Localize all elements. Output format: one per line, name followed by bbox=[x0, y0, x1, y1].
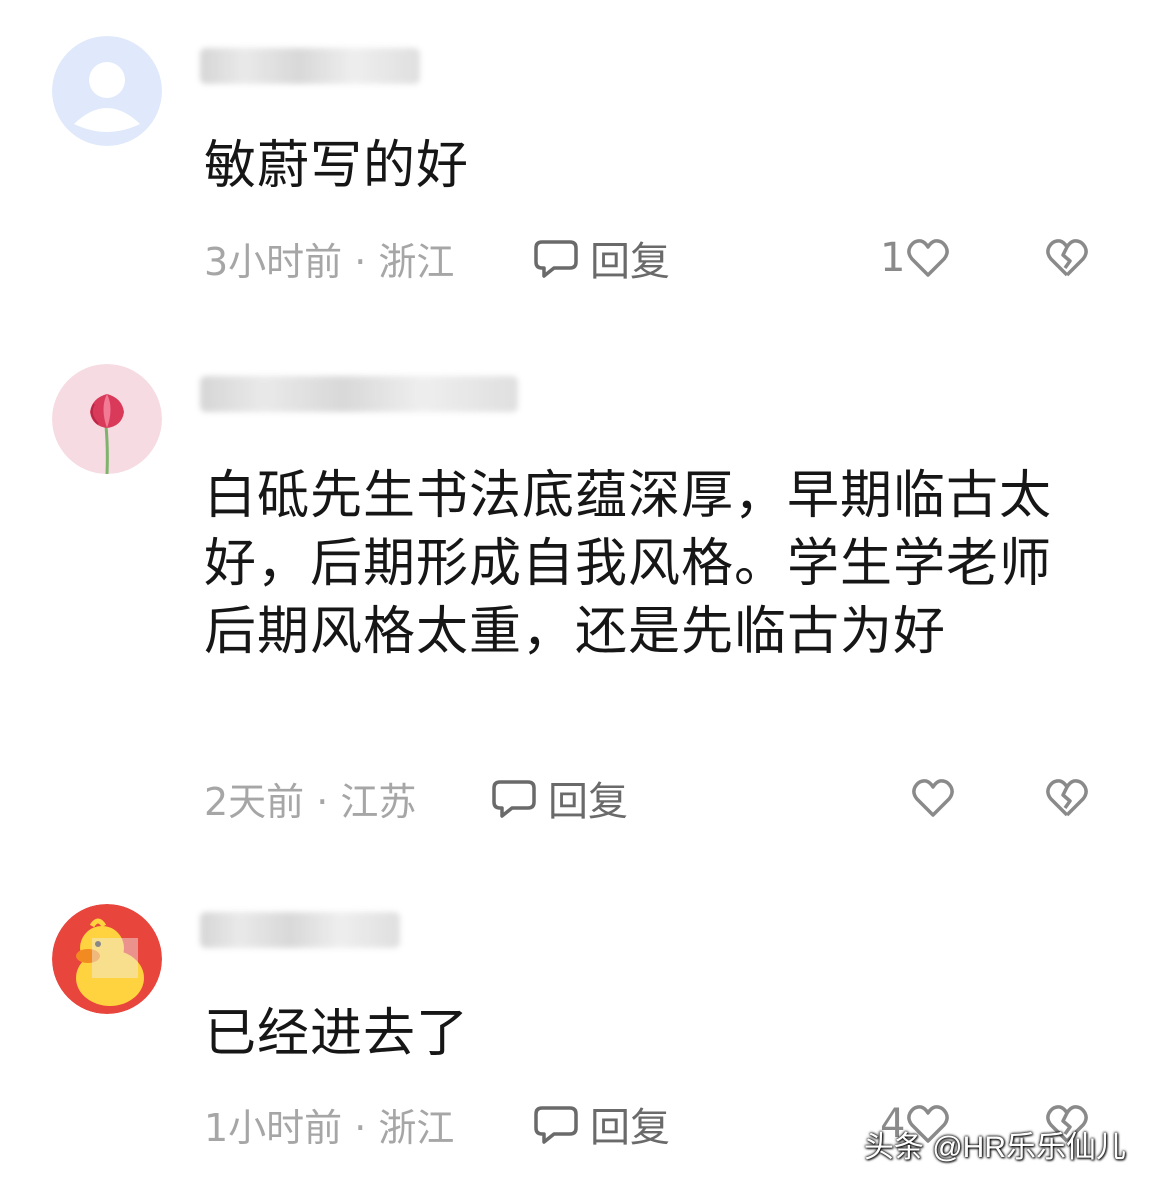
chat-bubble-icon bbox=[534, 1106, 578, 1144]
broken-heart-icon bbox=[1046, 239, 1088, 277]
comment-meta: 3小时前 · 浙江 bbox=[204, 239, 455, 284]
dislike-button[interactable] bbox=[1044, 228, 1090, 288]
username-blurred[interactable] bbox=[200, 376, 518, 412]
comment-meta: 2天前 · 江苏 bbox=[204, 779, 417, 824]
like-count: 1 bbox=[880, 235, 906, 281]
dislike-button[interactable] bbox=[1044, 768, 1090, 828]
comment-text: 敏蔚写的好 bbox=[204, 136, 470, 196]
broken-heart-icon bbox=[1046, 779, 1088, 817]
like-button[interactable]: 1 bbox=[880, 228, 951, 288]
username-blurred[interactable] bbox=[200, 912, 400, 948]
heart-icon bbox=[912, 779, 954, 817]
reply-label: 回复 bbox=[548, 779, 628, 825]
avatar[interactable] bbox=[52, 364, 162, 474]
reply-button[interactable]: 回复 bbox=[532, 1094, 670, 1154]
heart-icon bbox=[907, 239, 950, 277]
chat-bubble-icon bbox=[492, 780, 536, 818]
comment-text: 白砥先生书法底蕴深厚，早期临古太好，后期形成自我风格。学生学老师后期风格太重，还… bbox=[204, 466, 1053, 662]
comment-meta: 1小时前 · 浙江 bbox=[204, 1105, 455, 1150]
avatar[interactable] bbox=[52, 904, 162, 1014]
tulip-avatar-icon bbox=[52, 364, 162, 474]
username-blurred[interactable] bbox=[200, 48, 420, 84]
avatar[interactable] bbox=[52, 36, 162, 146]
reply-label: 回复 bbox=[590, 239, 670, 285]
reply-label: 回复 bbox=[590, 1105, 670, 1151]
like-button[interactable] bbox=[910, 768, 956, 828]
default-user-avatar-icon bbox=[52, 36, 162, 146]
chat-bubble-icon bbox=[534, 240, 578, 278]
watermark: 头条 @HR乐乐仙儿 bbox=[863, 1131, 1126, 1164]
cartoon-duck-avatar-icon bbox=[52, 904, 162, 1014]
comment-text: 已经进去了 bbox=[204, 1004, 470, 1064]
reply-button[interactable]: 回复 bbox=[490, 768, 628, 828]
reply-button[interactable]: 回复 bbox=[532, 228, 670, 288]
